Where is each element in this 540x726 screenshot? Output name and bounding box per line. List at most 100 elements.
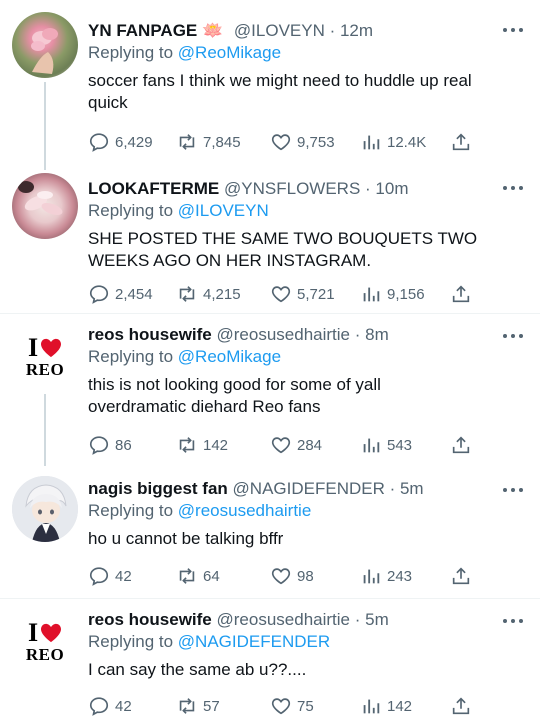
username[interactable]: @YNSFLOWERS — [224, 179, 360, 198]
reply-context: Replying to @reosusedhairtie — [88, 500, 510, 522]
views-button[interactable]: 243 — [360, 564, 412, 588]
reply-icon — [89, 436, 109, 455]
logo-text: REO — [25, 360, 65, 379]
more-icon[interactable] — [502, 22, 524, 42]
share-icon — [452, 436, 470, 454]
views-button[interactable]: 9,156 — [360, 282, 425, 306]
views-icon — [363, 699, 380, 714]
like-button[interactable]: 98 — [270, 564, 314, 588]
views-icon — [363, 135, 380, 150]
username[interactable]: @ILOVEYN — [234, 21, 325, 40]
retweet-button[interactable]: 142 — [176, 433, 228, 457]
avatar[interactable] — [12, 476, 78, 542]
tweet-header: YN FANPAGE 🪷 @ILOVEYN · 12m — [88, 21, 374, 40]
reply-to-link[interactable]: @ReoMikage — [178, 43, 281, 62]
reply-button[interactable]: 2,454 — [88, 282, 153, 306]
username[interactable]: @reosusedhairtie — [217, 610, 351, 629]
reply-prefix: Replying to — [88, 632, 174, 651]
share-button[interactable] — [450, 433, 472, 457]
heart-icon — [271, 134, 291, 151]
display-name[interactable]: reos housewife — [88, 610, 212, 629]
retweet-icon — [179, 286, 195, 302]
timestamp[interactable]: 5m — [365, 610, 389, 629]
heart-icon — [271, 437, 291, 454]
reply-to-link[interactable]: @reosusedhairtie — [178, 501, 312, 520]
display-name[interactable]: reos housewife — [88, 325, 212, 344]
red-heart-icon — [41, 623, 62, 643]
more-icon[interactable] — [502, 328, 524, 348]
action-bar: 42 57 75 142 — [88, 694, 480, 718]
retweet-button[interactable]: 64 — [176, 564, 220, 588]
reply-prefix: Replying to — [88, 501, 174, 520]
retweet-button[interactable]: 4,215 — [176, 282, 241, 306]
views-button[interactable]: 543 — [360, 433, 412, 457]
share-button[interactable] — [450, 694, 472, 718]
reply-prefix: Replying to — [88, 201, 174, 220]
avatar[interactable]: I REO — [12, 324, 78, 390]
username[interactable]: @reosusedhairtie — [217, 325, 351, 344]
flowers-photo — [18, 181, 63, 216]
reply-button[interactable]: 42 — [88, 694, 132, 718]
action-bar: 6,429 7,845 9,753 12.4K — [88, 130, 480, 154]
reply-icon — [89, 697, 109, 716]
like-button[interactable]: 284 — [270, 433, 322, 457]
action-bar: 42 64 98 243 — [88, 564, 480, 588]
share-button[interactable] — [450, 130, 472, 154]
tweet[interactable]: LOOKAFTERME @YNSFLOWERS · 10m Replying t… — [0, 170, 540, 313]
like-button[interactable]: 9,753 — [270, 130, 335, 154]
display-name[interactable]: nagis biggest fan — [88, 479, 228, 498]
share-button[interactable] — [450, 564, 472, 588]
share-button[interactable] — [450, 282, 472, 306]
reply-button[interactable]: 6,429 — [88, 130, 153, 154]
timestamp[interactable]: 5m — [400, 479, 424, 498]
avatar-logo: I — [28, 620, 62, 646]
avatar[interactable]: I REO — [12, 609, 78, 675]
tweet[interactable]: YN FANPAGE 🪷 @ILOVEYN · 12m Replying to … — [0, 0, 540, 170]
tweet[interactable]: I REO reos housewife @reosusedhairtie · … — [0, 599, 540, 726]
reply-count: 2,454 — [115, 285, 153, 303]
like-button[interactable]: 5,721 — [270, 282, 335, 306]
like-count: 5,721 — [297, 285, 335, 303]
views-button[interactable]: 12.4K — [360, 130, 426, 154]
share-icon — [452, 133, 470, 151]
reply-context: Replying to @ReoMikage — [88, 42, 510, 64]
display-name[interactable]: LOOKAFTERME — [88, 179, 219, 198]
reply-to-link[interactable]: @NAGIDEFENDER — [178, 632, 330, 651]
thread-line — [44, 82, 46, 170]
logo-letter: I — [27, 333, 39, 362]
retweet-button[interactable]: 7,845 — [176, 130, 241, 154]
anime-character-photo — [12, 476, 78, 542]
reply-button[interactable]: 86 — [88, 433, 132, 457]
display-name[interactable]: YN FANPAGE — [88, 21, 197, 40]
tweet-header: reos housewife @reosusedhairtie · 8m — [88, 325, 389, 344]
retweet-icon — [179, 134, 195, 150]
more-icon[interactable] — [502, 613, 524, 633]
retweet-button[interactable]: 57 — [176, 694, 220, 718]
username[interactable]: @NAGIDEFENDER — [233, 479, 385, 498]
reply-prefix: Replying to — [88, 347, 174, 366]
like-count: 9,753 — [297, 133, 335, 151]
tweet[interactable]: nagis biggest fan @NAGIDEFENDER · 5m Rep… — [0, 466, 540, 598]
reply-to-link[interactable]: @ILOVEYN — [178, 201, 269, 220]
timestamp[interactable]: 10m — [375, 179, 408, 198]
reply-count: 42 — [115, 697, 132, 715]
heart-icon — [271, 568, 291, 585]
avatar[interactable] — [12, 12, 78, 78]
more-icon[interactable] — [502, 180, 524, 200]
tweet[interactable]: I REO reos housewife @reosusedhairtie · … — [0, 314, 540, 466]
view-count: 12.4K — [387, 133, 427, 151]
avatar-logo: I — [28, 335, 62, 361]
timestamp[interactable]: 12m — [340, 21, 373, 40]
avatar[interactable] — [12, 173, 78, 239]
timestamp[interactable]: 8m — [365, 325, 389, 344]
reply-button[interactable]: 42 — [88, 564, 132, 588]
views-icon — [363, 438, 380, 453]
more-icon[interactable] — [502, 482, 524, 502]
like-button[interactable]: 75 — [270, 694, 314, 718]
views-button[interactable]: 142 — [360, 694, 412, 718]
like-count: 75 — [297, 697, 314, 715]
tweet-header: nagis biggest fan @NAGIDEFENDER · 5m — [88, 479, 424, 498]
views-icon — [363, 287, 380, 302]
reply-context: Replying to @NAGIDEFENDER — [88, 631, 510, 653]
reply-to-link[interactable]: @ReoMikage — [178, 347, 281, 366]
